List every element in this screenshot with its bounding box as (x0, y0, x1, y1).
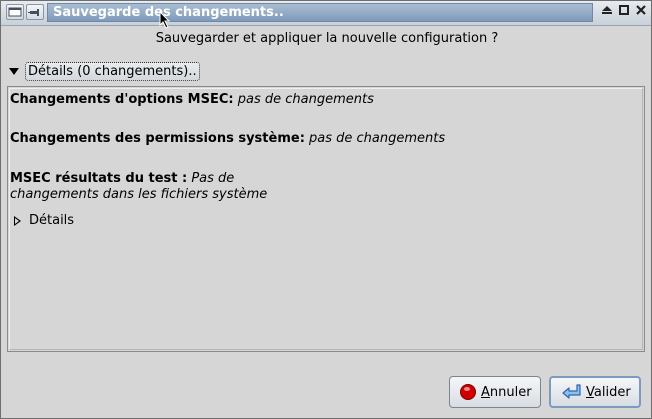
msec-test-value-line1: Pas de (191, 171, 235, 186)
shade-icon[interactable] (599, 4, 615, 20)
expander-expanded-icon (9, 67, 19, 75)
cancel-label-rest: nnuler (489, 384, 532, 400)
system-permissions-heading: Changements des permissions système: (10, 131, 305, 146)
details-panel: Changements d'options MSEC: pas de chang… (7, 86, 645, 352)
msec-test-value-line2: changements dans les fichiers système (10, 187, 268, 202)
title-bar[interactable]: Sauvegarde des changements.. (1, 1, 651, 26)
ok-button-label: Valider (586, 385, 631, 400)
details-panel-inner (9, 88, 643, 350)
window-menu-icon[interactable] (6, 4, 24, 20)
system-permissions-value: pas de changements (309, 131, 446, 146)
msec-test-heading: MSEC résultats du test : (10, 171, 188, 186)
details-expander-label[interactable]: Détails (0 changements).. (25, 61, 200, 81)
dialog-question: Sauvegarder et appliquer la nouvelle con… (155, 31, 499, 46)
msec-test-continuation: changements dans les fichiers système (10, 187, 267, 203)
ok-mnemonic: V (586, 384, 594, 400)
ok-label-rest: alider (593, 384, 631, 400)
msec-options-line: Changements d'options MSEC: pas de chang… (10, 92, 374, 108)
close-icon[interactable] (633, 4, 649, 20)
msec-options-heading: Changements d'options MSEC: (10, 92, 234, 107)
window-title-field[interactable]: Sauvegarde des changements.. (47, 3, 593, 22)
expander-collapsed-icon (14, 215, 21, 226)
stop-icon (460, 384, 476, 400)
pin-icon[interactable] (26, 4, 44, 20)
sub-details-label: Détails (29, 213, 75, 228)
cancel-mnemonic: A (481, 384, 490, 400)
sub-details-expander[interactable]: Détails (14, 213, 74, 228)
mouse-cursor-icon (159, 10, 171, 33)
cancel-button[interactable]: Annuler (449, 376, 541, 408)
enter-icon (562, 384, 581, 399)
dialog-window: Sauvegarde des changements.. Sauvegarder… (0, 0, 652, 419)
ok-button[interactable]: Valider (549, 376, 641, 408)
system-permissions-line: Changements des permissions système: pas… (10, 131, 445, 147)
msec-options-value: pas de changements (237, 92, 374, 107)
msec-test-line: MSEC résultats du test : Pas de (10, 171, 234, 187)
cancel-button-label: Annuler (481, 385, 532, 400)
maximize-icon[interactable] (616, 4, 632, 20)
details-expander[interactable]: Détails (0 changements).. (7, 61, 200, 81)
